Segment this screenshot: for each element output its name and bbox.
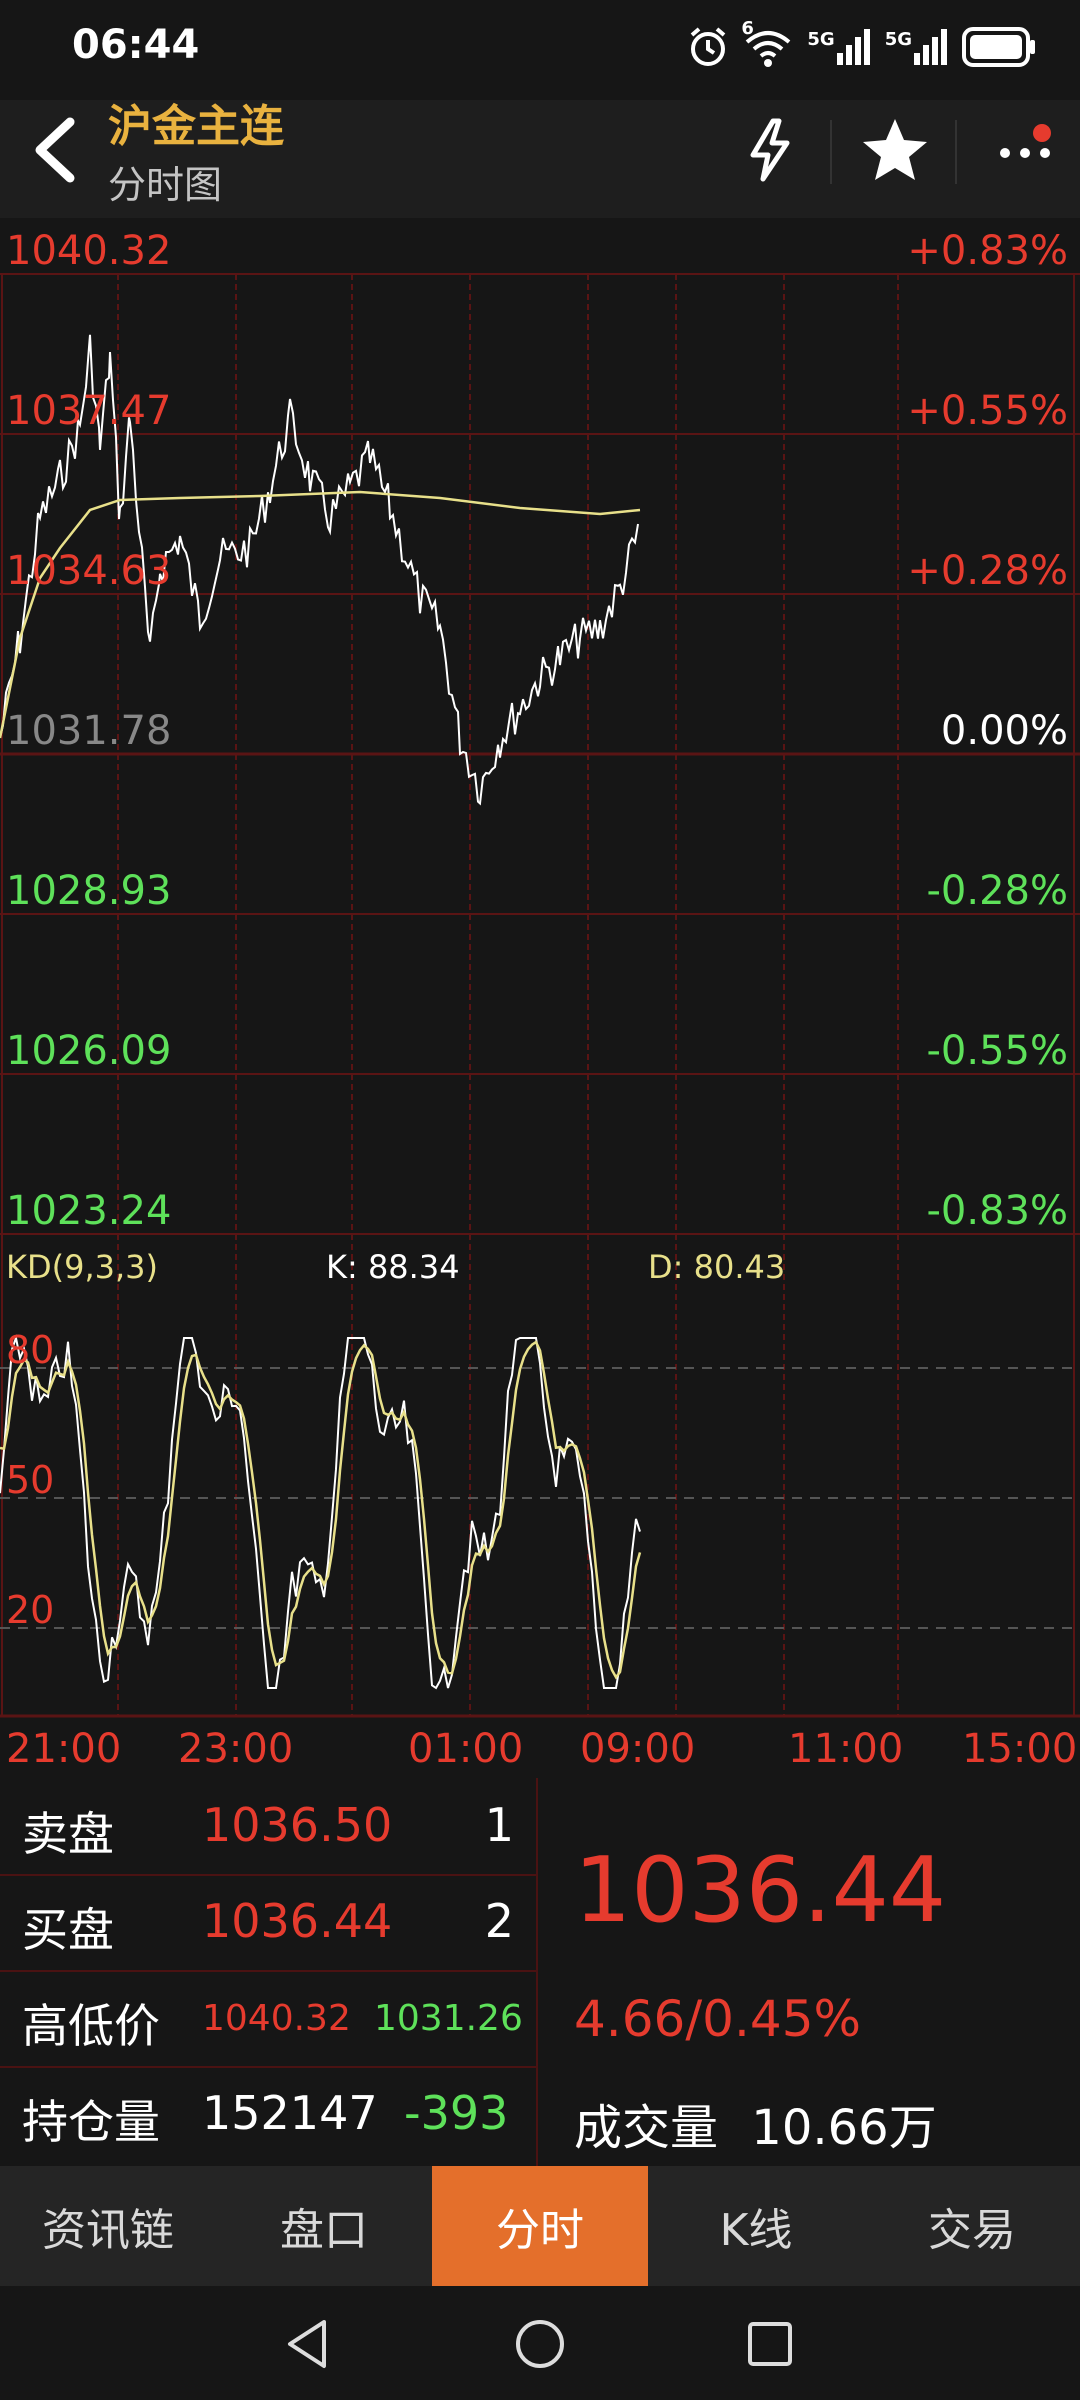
nav-recents-icon[interactable] xyxy=(742,2316,798,2372)
more-options-icon[interactable] xyxy=(990,115,1060,185)
status-icons: 6 5G 5G xyxy=(687,18,1038,72)
kd-d-label: D: 80.43 xyxy=(648,1248,786,1286)
header-divider xyxy=(830,120,832,184)
wifi-badge: 6 xyxy=(741,18,754,39)
favorite-star-icon[interactable] xyxy=(860,115,930,185)
time-label: 09:00 xyxy=(580,1726,696,1772)
time-label: 23:00 xyxy=(178,1726,294,1772)
time-label: 15:00 xyxy=(962,1726,1078,1772)
chart-grid xyxy=(0,273,1080,1718)
price-label: 1023.24 xyxy=(6,1188,172,1234)
time-label: 01:00 xyxy=(408,1726,524,1772)
page-subtitle: 分时图 xyxy=(108,163,223,207)
panel-divider xyxy=(536,1778,538,2166)
average-price-line xyxy=(0,490,641,739)
tab-trade[interactable]: 交易 xyxy=(864,2166,1080,2286)
kd-k-line xyxy=(0,1334,641,1690)
bottom-tab-bar: 资讯链 盘口 分时 K线 交易 xyxy=(0,2166,1080,2286)
high-price: 1040.32 xyxy=(202,1998,351,2039)
nav-back-icon[interactable] xyxy=(280,2316,336,2372)
price-label: 1034.63 xyxy=(6,548,172,594)
price-label: 1040.32 xyxy=(6,228,172,274)
sell-row: 卖盘 1036.50 1 xyxy=(0,1778,536,1876)
tab-kline[interactable]: K线 xyxy=(648,2166,864,2286)
low-price: 1031.26 xyxy=(374,1998,523,2039)
notification-dot xyxy=(1033,124,1051,142)
price-label: 1026.09 xyxy=(6,1028,172,1074)
signal-icon-2: 5G xyxy=(885,29,948,65)
price-change: 4.66/0.45% xyxy=(574,1990,862,2048)
alarm-icon xyxy=(691,27,726,66)
buy-label: 买盘 xyxy=(22,1903,114,1957)
tab-intraday[interactable]: 分时 xyxy=(432,2166,648,2286)
price-label: 1031.78 xyxy=(6,708,172,754)
open-interest-change: -393 xyxy=(404,2086,509,2140)
kd-title: KD(9,3,3) xyxy=(6,1248,159,1286)
buy-price: 1036.44 xyxy=(202,1894,393,1948)
high-low-label: 高低价 xyxy=(22,1999,160,2053)
pct-label: +0.55% xyxy=(907,388,1068,434)
open-interest-value: 152147 xyxy=(202,2086,378,2140)
kd-level-label: 20 xyxy=(6,1588,55,1632)
pct-label: 0.00% xyxy=(940,708,1068,754)
system-nav-bar xyxy=(0,2286,1080,2400)
volume-value: 10.66万 xyxy=(751,2100,937,2156)
kd-level-label: 80 xyxy=(6,1328,55,1372)
pct-label: +0.28% xyxy=(907,548,1068,594)
volume: 成交量 10.66万 xyxy=(574,2088,937,2158)
page-title: 沪金主连 xyxy=(108,101,284,152)
pct-label: -0.28% xyxy=(926,868,1068,914)
open-interest-row: 持仓量 152147 -393 xyxy=(0,2066,536,2162)
open-interest-label: 持仓量 xyxy=(22,2095,160,2149)
high-low-row: 高低价 1040.32 1031.26 xyxy=(0,1970,536,2068)
price-label: 1037.47 xyxy=(6,388,172,434)
pct-label: +0.83% xyxy=(907,228,1068,274)
pct-label: -0.55% xyxy=(926,1028,1068,1074)
last-price: 1036.44 xyxy=(574,1838,947,1943)
sell-label: 卖盘 xyxy=(22,1807,114,1861)
buy-qty: 2 xyxy=(484,1894,514,1948)
sell-price: 1036.50 xyxy=(202,1798,393,1852)
tab-news-chain[interactable]: 资讯链 xyxy=(0,2166,216,2286)
flash-icon[interactable] xyxy=(735,115,805,185)
pct-label: -0.83% xyxy=(926,1188,1068,1234)
time-label: 21:00 xyxy=(6,1726,122,1772)
sell-qty: 1 xyxy=(484,1798,514,1852)
battery-icon xyxy=(962,27,1035,67)
time-label: 11:00 xyxy=(788,1726,904,1772)
tab-order-book[interactable]: 盘口 xyxy=(216,2166,432,2286)
wifi-icon: 6 xyxy=(741,18,793,68)
header-divider xyxy=(955,120,957,184)
price-label: 1028.93 xyxy=(6,868,172,914)
kd-level-label: 50 xyxy=(6,1458,55,1502)
intraday-chart[interactable]: 1040.32 1037.47 1034.63 1031.78 1028.93 … xyxy=(0,218,1080,1778)
buy-row: 买盘 1036.44 2 xyxy=(0,1874,536,1972)
chart-lines xyxy=(0,334,642,1690)
kd-k-label: K: 88.34 xyxy=(326,1248,460,1286)
status-time: 06:44 xyxy=(72,22,200,68)
chart-canvas xyxy=(0,273,1080,1718)
signal-icon-1: 5G xyxy=(807,29,870,65)
volume-label: 成交量 xyxy=(574,2100,719,2156)
back-button[interactable] xyxy=(24,112,84,188)
nav-home-icon[interactable] xyxy=(512,2316,568,2372)
